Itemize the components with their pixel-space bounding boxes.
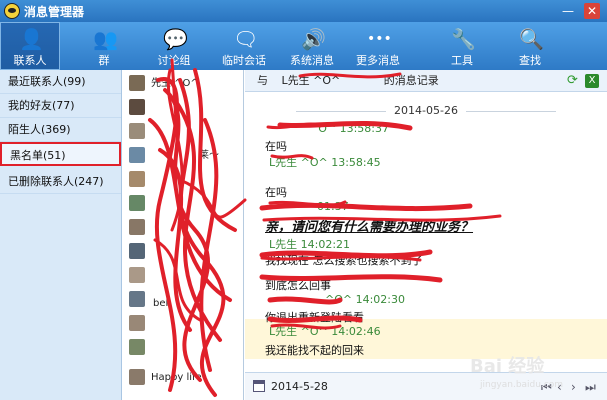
message-history-panel: 与 L先生 ^O^ 的消息记录 ⟳ X 2014-05-26 ^O^ 13:58… (245, 70, 607, 400)
group-icon: 👥 (93, 27, 118, 51)
avatar (129, 243, 145, 259)
message-header: ^O^ 13:58:37 (309, 122, 389, 135)
export-icon[interactable]: X (585, 74, 599, 88)
tab-discussion[interactable]: 💬 讨论组 (146, 22, 202, 70)
qq-penguin-icon (4, 3, 20, 19)
message-body: 我找现在 怎么搜索也搜索不到了 (265, 254, 423, 267)
avatar (129, 315, 145, 331)
next-page-button[interactable]: › (571, 380, 576, 394)
tab-contacts[interactable]: 👤 联系人 (0, 22, 60, 70)
nav-deleted-contacts[interactable]: 已删除联系人(247) (0, 170, 121, 194)
title-bar: 消息管理器 — ✕ (0, 0, 607, 22)
refresh-icon[interactable]: ⟳ (567, 74, 581, 88)
tab-group[interactable]: 👥 群 (76, 22, 132, 70)
speaker-icon: 🔊 (301, 27, 326, 51)
close-button[interactable]: ✕ (584, 3, 600, 19)
more-icon: ••• (367, 31, 392, 47)
message-header: L先生 ^O^ 13:58:45 (269, 156, 381, 169)
calendar-icon[interactable] (253, 380, 265, 392)
list-item[interactable]: Happy life (129, 366, 241, 390)
message-header: 01:37 (317, 200, 349, 213)
date-label: 2014-05-26 (394, 104, 458, 117)
contact-name: Happy life (151, 372, 202, 383)
header-suffix: 的消息记录 (383, 74, 439, 87)
discussion-icon: 💬 (163, 27, 188, 51)
avatar (129, 147, 145, 163)
person-icon: 👤 (19, 27, 44, 51)
message-body: 我还能找不起的回来 (265, 344, 364, 357)
list-item[interactable]: 先生 ^O^ (129, 72, 241, 96)
avatar (129, 195, 145, 211)
list-item[interactable] (129, 96, 241, 120)
main-toolbar: 👤 联系人 👥 群 💬 讨论组 🗨 临时会话 🔊 系统消息 ••• 更多消息 🔧… (0, 22, 607, 70)
tab-label: 更多消息 (356, 54, 400, 67)
bottom-date: 2014-5-28 (271, 380, 328, 393)
window-title: 消息管理器 (24, 5, 85, 19)
avatar (129, 291, 145, 307)
avatar (129, 369, 145, 385)
avatar (129, 267, 145, 283)
tab-label: 系统消息 (290, 54, 334, 67)
tab-label: 讨论组 (157, 54, 191, 67)
avatar (129, 99, 145, 115)
message-body: 亲，请问您有什么需要办理的业务？ (265, 220, 474, 235)
contact-list: 先生 ^O^ 莱～ bel Happy life (123, 70, 244, 400)
nav-blacklist[interactable]: 黑名单(51) (0, 142, 121, 166)
message-body: 到底怎么回事 (265, 279, 331, 292)
minimize-button[interactable]: — (560, 3, 576, 19)
tab-label: 群 (98, 54, 110, 67)
tab-system-messages[interactable]: 🔊 系统消息 (282, 22, 342, 70)
list-item[interactable] (129, 216, 241, 240)
contact-name: 先生 ^O^ (151, 78, 199, 89)
avatar (129, 75, 145, 91)
tab-temp-chat[interactable]: 🗨 临时会话 (214, 22, 274, 70)
message-body: 在吗 (265, 140, 287, 153)
avatar (129, 171, 145, 187)
header-contact-name: L先生 ^O^ (281, 74, 341, 87)
chat-icon: 🗨 (233, 27, 259, 51)
nav-recent-contacts[interactable]: 最近联系人(99) (0, 70, 121, 94)
last-page-button[interactable]: ⏭ (585, 380, 596, 395)
contact-name: 莱～ (199, 150, 219, 161)
message-header: ^O^ 14:02:30 (325, 293, 405, 306)
list-item[interactable] (129, 240, 241, 264)
message-body: 在吗 (265, 186, 287, 199)
header-prefix: 与 (257, 74, 268, 87)
message-header: L先生 ^O^ 14:02:46 (269, 325, 381, 338)
list-item[interactable] (129, 168, 241, 192)
list-item[interactable] (129, 192, 241, 216)
list-item[interactable] (129, 264, 241, 288)
chat-header: 与 L先生 ^O^ 的消息记录 ⟳ X (245, 70, 607, 92)
watermark: Bai 经验 (470, 356, 545, 377)
message-header: L先生 14:02:21 (269, 238, 351, 251)
tab-label: 临时会话 (222, 54, 266, 67)
tools-button[interactable]: 🔧 工具 (442, 22, 482, 70)
list-item[interactable]: 莱～ (129, 144, 241, 168)
list-item[interactable] (129, 336, 241, 360)
nav-strangers[interactable]: 陌生人(369) (0, 118, 121, 142)
avatar (129, 123, 145, 139)
avatar (129, 339, 145, 355)
tab-label: 联系人 (13, 54, 47, 67)
list-item[interactable]: bel (153, 292, 233, 316)
tab-more-messages[interactable]: ••• 更多消息 (348, 22, 408, 70)
date-separator: 2014-05-26 (245, 104, 607, 117)
tab-label: 查找 (519, 54, 541, 67)
watermark-url: jingyan.baidu.com (480, 380, 564, 390)
contact-name: bel (153, 298, 169, 309)
nav-my-friends[interactable]: 我的好友(77) (0, 94, 121, 118)
search-button[interactable]: 🔍 查找 (508, 22, 552, 70)
list-item[interactable] (129, 120, 241, 144)
search-icon: 🔍 (519, 27, 544, 51)
wrench-icon: 🔧 (451, 27, 476, 51)
contact-category-nav: 最近联系人(99) 我的好友(77) 陌生人(369) 黑名单(51) 已删除联… (0, 70, 122, 400)
avatar (129, 219, 145, 235)
tab-label: 工具 (451, 54, 473, 67)
